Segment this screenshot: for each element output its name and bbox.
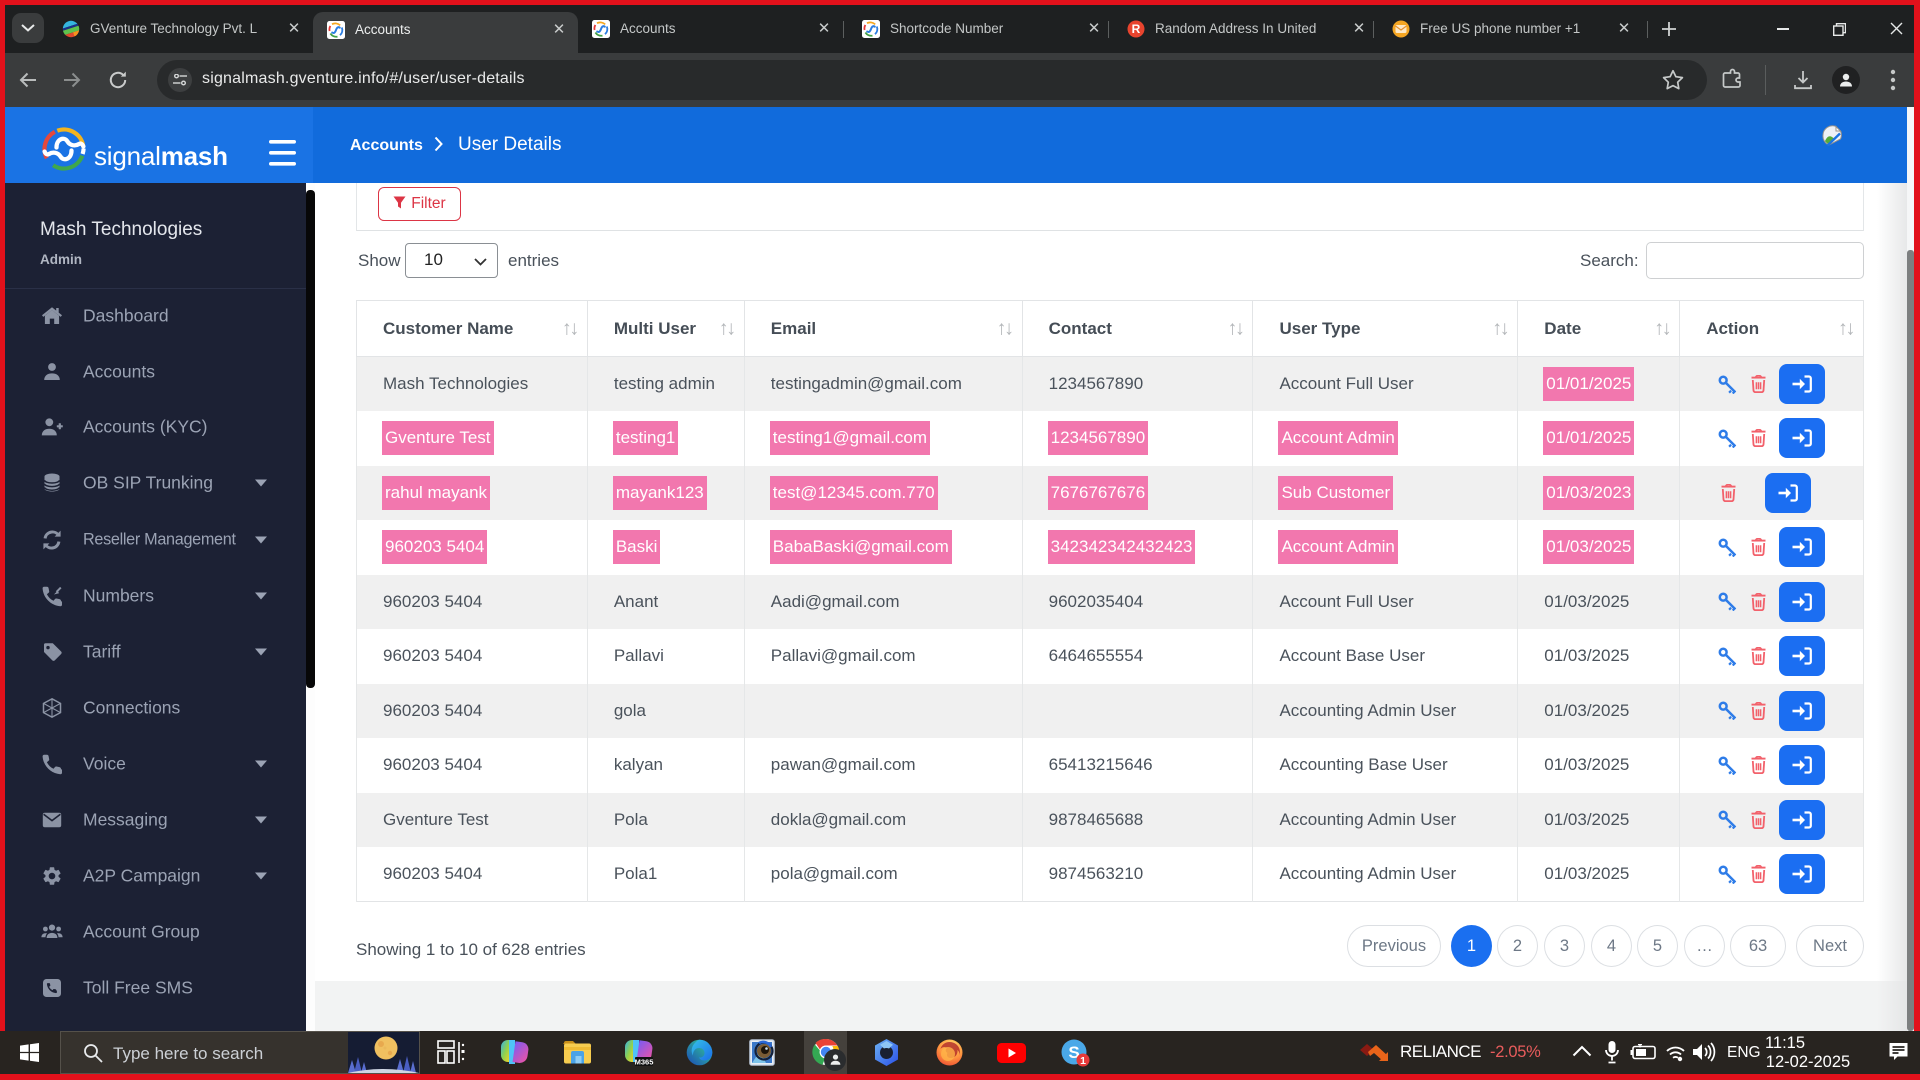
- svg-text:R: R: [1132, 22, 1141, 36]
- svg-text:M365: M365: [635, 1057, 654, 1066]
- svg-text:1: 1: [1080, 1055, 1086, 1067]
